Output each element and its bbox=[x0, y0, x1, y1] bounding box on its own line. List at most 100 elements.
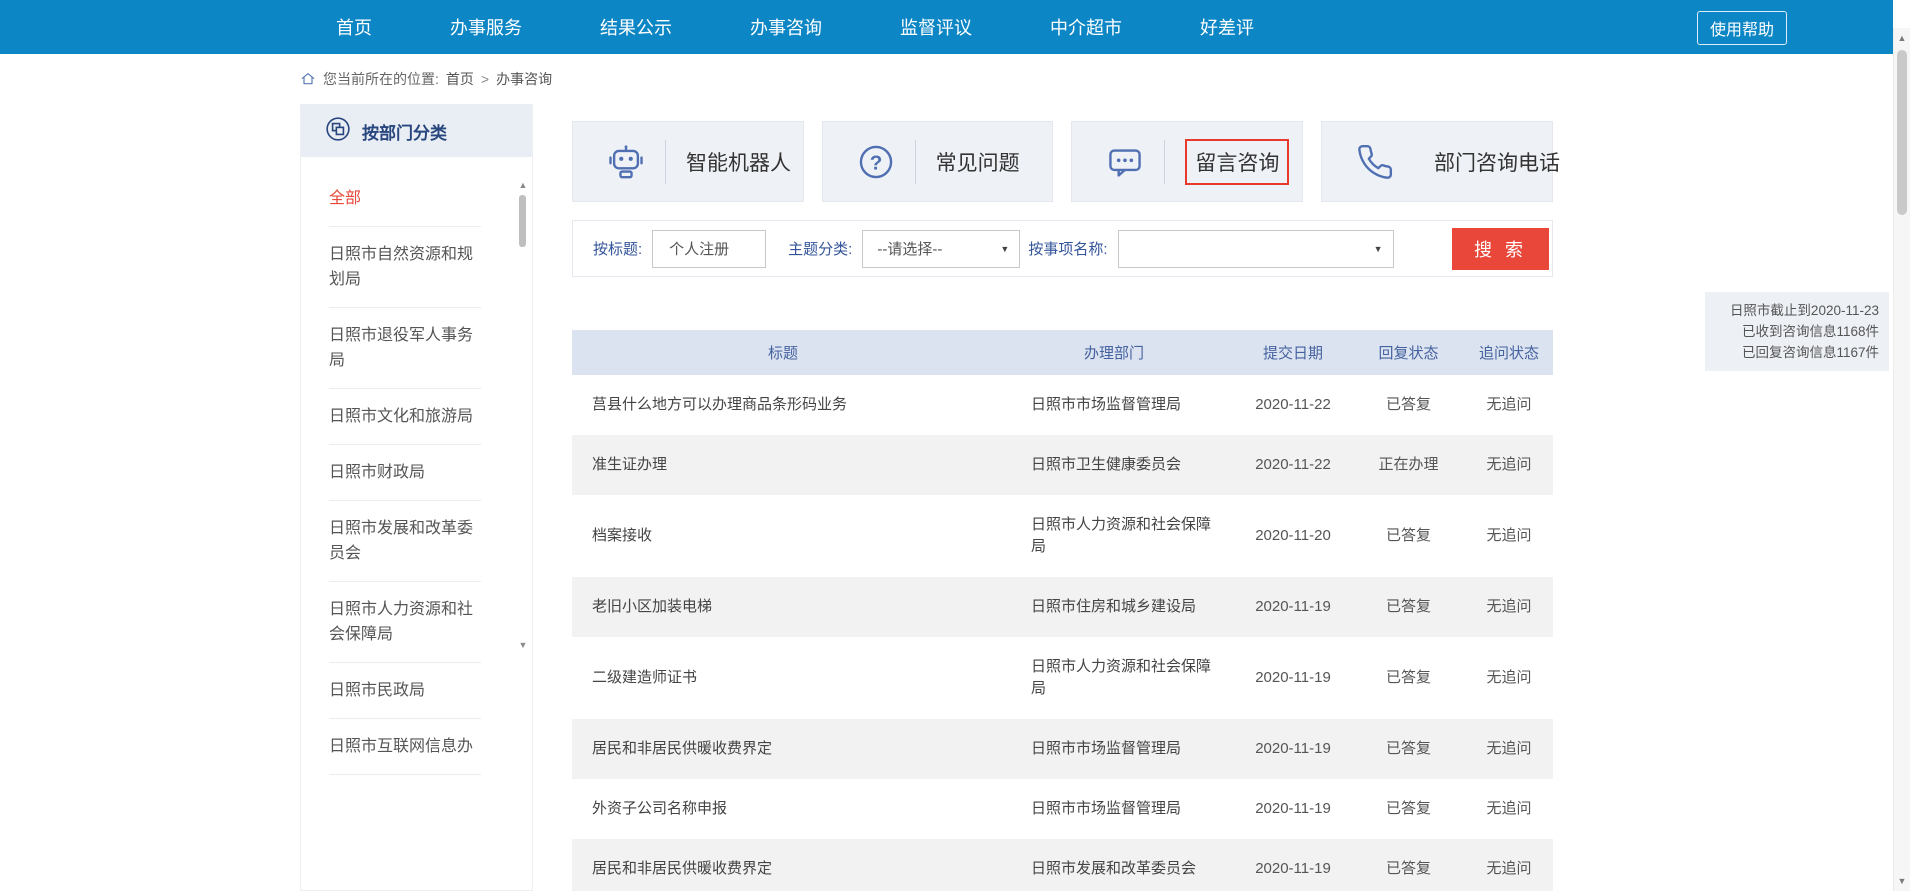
row-title-link[interactable]: 二级建造师证书 bbox=[572, 637, 994, 719]
row-reply-status: 已答复 bbox=[1352, 375, 1465, 435]
col-header-reply-status: 回复状态 bbox=[1352, 330, 1465, 375]
scrollbar-thumb[interactable] bbox=[1897, 50, 1907, 215]
tab-message-consult[interactable]: 留言咨询 bbox=[1071, 121, 1303, 202]
row-followup-status: 无追问 bbox=[1465, 577, 1553, 637]
breadcrumb: 您当前所在的位置: 首页 > 办事咨询 bbox=[0, 54, 1893, 104]
breadcrumb-current[interactable]: 办事咨询 bbox=[496, 69, 552, 89]
nav-item[interactable]: 结果公示 bbox=[600, 14, 672, 40]
scrollbar-up-icon[interactable]: ▲ bbox=[1894, 30, 1910, 46]
stats-line: 已收到咨询信息1168件 bbox=[1715, 321, 1879, 342]
row-title-link[interactable]: 老旧小区加装电梯 bbox=[572, 577, 994, 637]
topic-filter-label: 主题分类: bbox=[788, 238, 852, 259]
table-row: 准生证办理 日照市卫生健康委员会 2020-11-22 正在办理 无追问 bbox=[572, 435, 1553, 495]
table-row: 居民和非居民供暖收费界定 日照市市场监督管理局 2020-11-19 已答复 无… bbox=[572, 719, 1553, 779]
item-select[interactable]: ▼ bbox=[1118, 230, 1394, 268]
col-header-department: 办理部门 bbox=[994, 330, 1234, 375]
row-followup-status: 无追问 bbox=[1465, 375, 1553, 435]
table-row: 档案接收 日照市人力资源和社会保障局 2020-11-20 已答复 无追问 bbox=[572, 495, 1553, 577]
row-date: 2020-11-19 bbox=[1234, 577, 1352, 637]
table-row: 居民和非居民供暖收费界定 日照市发展和改革委员会 2020-11-19 已答复 … bbox=[572, 839, 1553, 891]
sidebar-scroll-down-icon[interactable]: ▼ bbox=[517, 639, 529, 651]
help-button[interactable]: 使用帮助 bbox=[1697, 11, 1787, 45]
chevron-down-icon: ▼ bbox=[1374, 244, 1383, 254]
title-filter-label: 按标题: bbox=[593, 238, 642, 259]
nav-item[interactable]: 中介超市 bbox=[1050, 14, 1122, 40]
breadcrumb-prefix: 您当前所在的位置: bbox=[323, 69, 439, 89]
row-date: 2020-11-22 bbox=[1234, 435, 1352, 495]
sidebar-item-department[interactable]: 日照市自然资源和规划局 bbox=[329, 227, 481, 308]
sidebar-title: 按部门分类 bbox=[362, 119, 447, 144]
topic-select[interactable]: --请选择-- ▼ bbox=[862, 230, 1020, 268]
page: 首页 办事服务 结果公示 办事咨询 监督评议 中介超市 好差评 使用帮助 您当前… bbox=[0, 0, 1910, 891]
sidebar-item-department[interactable]: 日照市财政局 bbox=[329, 445, 481, 501]
chat-icon bbox=[1106, 143, 1144, 181]
row-title-link[interactable]: 准生证办理 bbox=[572, 435, 994, 495]
row-date: 2020-11-20 bbox=[1234, 495, 1352, 577]
row-reply-status: 已答复 bbox=[1352, 839, 1465, 891]
scrollbar-down-icon[interactable]: ▼ bbox=[1894, 873, 1910, 889]
sidebar-item-department[interactable]: 日照市文化和旅游局 bbox=[329, 389, 481, 445]
department-category-icon bbox=[325, 116, 351, 147]
stats-line: 日照市截止到2020-11-23 bbox=[1715, 300, 1879, 321]
page-scrollbar[interactable]: ▲ ▼ bbox=[1893, 28, 1910, 891]
nav-item[interactable]: 办事咨询 bbox=[750, 14, 822, 40]
breadcrumb-home-link[interactable]: 首页 bbox=[446, 69, 474, 89]
row-title-link[interactable]: 莒县什么地方可以办理商品条形码业务 bbox=[572, 375, 994, 435]
row-department: 日照市市场监督管理局 bbox=[994, 719, 1234, 779]
sidebar-scrollbar[interactable] bbox=[519, 195, 526, 247]
table-row: 老旧小区加装电梯 日照市住房和城乡建设局 2020-11-19 已答复 无追问 bbox=[572, 577, 1553, 637]
sidebar-item-department[interactable]: 日照市人力资源和社会保障局 bbox=[329, 582, 481, 663]
row-department: 日照市卫生健康委员会 bbox=[994, 435, 1234, 495]
table-row: 莒县什么地方可以办理商品条形码业务 日照市市场监督管理局 2020-11-22 … bbox=[572, 375, 1553, 435]
sidebar-item-department[interactable]: 全部 bbox=[329, 171, 481, 227]
row-title-link[interactable]: 居民和非居民供暖收费界定 bbox=[572, 719, 994, 779]
department-list: 全部 日照市自然资源和规划局 日照市退役军人事务局 日照市文化和旅游局 日照市财… bbox=[301, 157, 532, 775]
search-button[interactable]: 搜 索 bbox=[1452, 228, 1549, 270]
tab-message-consult-label: 留言咨询 bbox=[1185, 139, 1289, 185]
row-followup-status: 无追问 bbox=[1465, 719, 1553, 779]
sidebar-item-department[interactable]: 日照市互联网信息办 bbox=[329, 719, 481, 775]
robot-icon bbox=[607, 143, 645, 181]
row-department: 日照市人力资源和社会保障局 bbox=[994, 495, 1234, 577]
stats-line: 已回复咨询信息1167件 bbox=[1715, 342, 1879, 363]
tab-faq-label: 常见问题 bbox=[936, 147, 1020, 177]
table-header-row: 标题 办理部门 提交日期 回复状态 追问状态 bbox=[572, 330, 1553, 375]
col-header-followup-status: 追问状态 bbox=[1465, 330, 1553, 375]
row-date: 2020-11-19 bbox=[1234, 779, 1352, 839]
row-title-link[interactable]: 外资子公司名称申报 bbox=[572, 779, 994, 839]
row-reply-status: 正在办理 bbox=[1352, 435, 1465, 495]
tab-faq[interactable]: ? 常见问题 bbox=[822, 121, 1054, 202]
sidebar-header: 按部门分类 bbox=[301, 105, 532, 157]
top-nav-bar: 首页 办事服务 结果公示 办事咨询 监督评议 中介超市 好差评 使用帮助 bbox=[0, 0, 1893, 54]
nav-item[interactable]: 监督评议 bbox=[900, 14, 972, 40]
nav-item[interactable]: 好差评 bbox=[1200, 14, 1254, 40]
nav-item[interactable]: 首页 bbox=[336, 14, 372, 40]
title-search-input[interactable] bbox=[652, 230, 766, 268]
row-followup-status: 无追问 bbox=[1465, 839, 1553, 891]
row-reply-status: 已答复 bbox=[1352, 495, 1465, 577]
row-reply-status: 已答复 bbox=[1352, 637, 1465, 719]
row-title-link[interactable]: 居民和非居民供暖收费界定 bbox=[572, 839, 994, 891]
nav-item[interactable]: 办事服务 bbox=[450, 14, 522, 40]
row-date: 2020-11-22 bbox=[1234, 375, 1352, 435]
home-icon bbox=[300, 71, 316, 87]
tab-department-phone[interactable]: 部门咨询电话 bbox=[1321, 121, 1553, 202]
col-header-date: 提交日期 bbox=[1234, 330, 1352, 375]
sidebar-scroll-up-icon[interactable]: ▲ bbox=[517, 179, 529, 191]
tab-divider bbox=[1164, 140, 1165, 184]
sidebar-item-department[interactable]: 日照市退役军人事务局 bbox=[329, 308, 481, 389]
row-date: 2020-11-19 bbox=[1234, 637, 1352, 719]
sidebar-item-department[interactable]: 日照市发展和改革委员会 bbox=[329, 501, 481, 582]
tab-smart-robot-label: 智能机器人 bbox=[686, 147, 791, 177]
tab-smart-robot[interactable]: 智能机器人 bbox=[572, 121, 804, 202]
breadcrumb-separator: > bbox=[481, 71, 489, 87]
consultation-stats-box: 日照市截止到2020-11-23 已收到咨询信息1168件 已回复咨询信息116… bbox=[1705, 292, 1889, 371]
sidebar-item-department[interactable]: 日照市民政局 bbox=[329, 663, 481, 719]
search-panel: 按标题: 主题分类: --请选择-- ▼ 按事项名称: ▼ 搜 索 bbox=[572, 220, 1553, 277]
main-menu: 首页 办事服务 结果公示 办事咨询 监督评议 中介超市 好差评 bbox=[0, 0, 1893, 54]
table-row: 外资子公司名称申报 日照市市场监督管理局 2020-11-19 已答复 无追问 bbox=[572, 779, 1553, 839]
row-title-link[interactable]: 档案接收 bbox=[572, 495, 994, 577]
item-filter-label: 按事项名称: bbox=[1028, 238, 1107, 259]
consult-channel-tabs: 智能机器人 ? 常见问题 bbox=[572, 121, 1553, 202]
svg-text:?: ? bbox=[869, 151, 882, 174]
